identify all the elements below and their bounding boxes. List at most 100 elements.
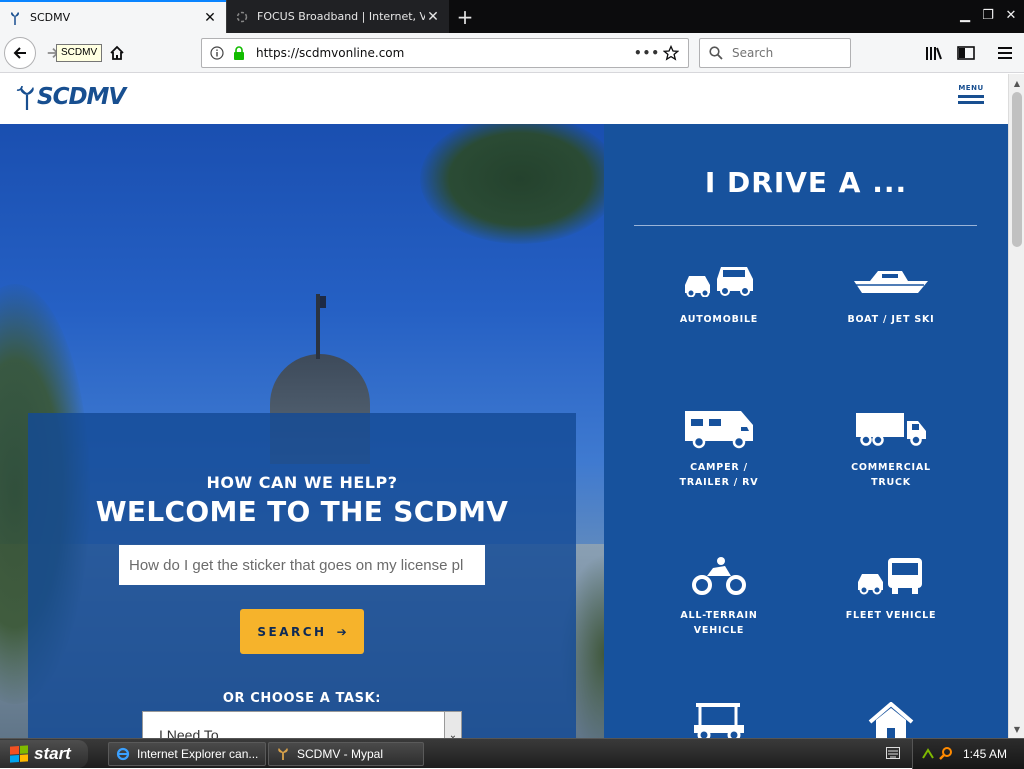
- vehicle-all-terrain[interactable]: ALL-TERRAIN VEHICLE: [634, 550, 804, 638]
- tree-foliage-image: [420, 124, 604, 244]
- tab-strip: SCDMV ✕ FOCUS Broadband | Internet, Vide…: [0, 0, 1024, 33]
- menu-bar-icon: [958, 95, 984, 98]
- help-search-input[interactable]: How do I get the sticker that goes on my…: [119, 545, 485, 585]
- logo-wordmark: SCDMV: [37, 84, 126, 110]
- help-kicker: HOW CAN WE HELP?: [206, 473, 398, 492]
- restore-icon[interactable]: ❐: [977, 4, 999, 26]
- vehicle-label-line: VEHICLE: [693, 625, 745, 636]
- secure-lock-icon[interactable]: [230, 44, 248, 62]
- search-button-label: SEARCH: [257, 624, 327, 639]
- start-button[interactable]: start: [0, 740, 88, 768]
- camper-icon: [634, 402, 804, 454]
- bookmark-star-icon[interactable]: [660, 45, 682, 61]
- task-select[interactable]: I Need To ... ⌄: [142, 711, 462, 738]
- flag-image: [320, 296, 326, 308]
- menu-bar-icon: [958, 101, 984, 104]
- house-icon: [806, 696, 976, 738]
- search-placeholder: Search: [732, 46, 774, 60]
- close-tab-icon[interactable]: ✕: [202, 10, 218, 26]
- vehicle-label-line: TRAILER / RV: [679, 477, 759, 488]
- truck-icon: [806, 402, 976, 454]
- start-label: start: [34, 744, 71, 763]
- new-tab-button[interactable]: +: [453, 5, 477, 29]
- vehicle-label: BOAT / JET SKI: [847, 314, 935, 325]
- scrollbar-thumb[interactable]: [1012, 92, 1022, 247]
- scroll-up-icon[interactable]: ▲: [1011, 76, 1023, 90]
- page-viewport: SCDMV MENU HOW CAN WE HELP? WELCOME TO T…: [0, 74, 1008, 738]
- windows-logo-icon: [10, 745, 28, 763]
- welcome-headline: WELCOME TO THE SCDMV: [95, 495, 509, 528]
- back-button[interactable]: [4, 37, 36, 69]
- home-icon: [110, 45, 124, 60]
- vehicle-boat-jet-ski[interactable]: BOAT / JET SKI: [806, 254, 976, 327]
- scroll-down-icon[interactable]: ▼: [1011, 722, 1023, 736]
- page-actions-icon[interactable]: •••: [634, 46, 659, 60]
- keyboard-icon[interactable]: [886, 747, 900, 759]
- taskbar-item-label: SCDMV - Mypal: [297, 747, 384, 761]
- arrow-left-icon: [13, 47, 26, 59]
- address-bar[interactable]: https://scdmvonline.com •••: [201, 38, 689, 68]
- fleet-icon: [806, 550, 976, 602]
- system-tray: 1:45 AM: [912, 739, 1024, 769]
- vehicle-label-line: CAMPER /: [690, 462, 748, 473]
- vehicle-label: CAMPER / TRAILER / RV: [634, 460, 804, 490]
- hamburger-menu-icon[interactable]: [994, 42, 1016, 64]
- vehicle-home[interactable]: [806, 696, 976, 738]
- search-tray-icon[interactable]: [939, 746, 953, 763]
- golf-cart-icon: [634, 696, 804, 738]
- home-button[interactable]: [106, 42, 128, 64]
- cars-icon: [634, 254, 804, 306]
- close-window-icon[interactable]: ✕: [1000, 4, 1022, 26]
- sidebar-toggle-icon[interactable]: [955, 42, 977, 64]
- vehicle-label-line: TRUCK: [871, 477, 911, 488]
- scdmv-logo[interactable]: SCDMV: [15, 84, 126, 110]
- search-icon: [708, 45, 724, 61]
- vehicle-label-line: COMMERCIAL: [851, 462, 931, 473]
- info-icon[interactable]: [208, 44, 226, 62]
- chevron-down-icon[interactable]: ⌄: [444, 712, 461, 738]
- mypal-icon: [275, 746, 291, 762]
- boat-icon: [806, 254, 976, 306]
- tab-title: SCDMV: [30, 11, 71, 24]
- vehicle-commercial-truck[interactable]: COMMERCIAL TRUCK: [806, 402, 976, 490]
- palmetto-favicon-icon: [8, 11, 22, 25]
- vehicle-label: FLEET VEHICLE: [845, 610, 937, 621]
- browser-search-field[interactable]: Search: [699, 38, 851, 68]
- taskbar-item-mypal[interactable]: SCDMV - Mypal: [268, 742, 424, 766]
- clock[interactable]: 1:45 AM: [963, 747, 1007, 761]
- help-search-button[interactable]: SEARCH ➔: [240, 609, 364, 654]
- tab-tooltip: SCDMV: [56, 44, 103, 62]
- close-tab-icon[interactable]: ✕: [425, 9, 441, 25]
- url-text: https://scdmvonline.com: [256, 46, 405, 60]
- i-drive-panel: I DRIVE A ... AUTOMOBILE BOAT / JET SKI …: [604, 124, 1008, 738]
- tab-title: FOCUS Broadband | Internet, Vide: [257, 10, 425, 23]
- site-menu-button[interactable]: MENU: [958, 84, 984, 104]
- hero-section: HOW CAN WE HELP? WELCOME TO THE SCDMV Ho…: [0, 124, 604, 738]
- loading-favicon-icon: [235, 10, 249, 24]
- vehicle-label: AUTOMOBILE: [679, 314, 759, 325]
- tab-focus-broadband[interactable]: FOCUS Broadband | Internet, Vide ✕: [226, 0, 449, 33]
- taskbar-item-label: Internet Explorer can...: [137, 747, 259, 761]
- site-header: SCDMV MENU: [0, 74, 1008, 124]
- vehicle-label: ALL-TERRAIN VEHICLE: [634, 608, 804, 638]
- tab-scdmv[interactable]: SCDMV ✕: [0, 0, 226, 33]
- library-icon[interactable]: [923, 42, 945, 64]
- taskbar-item-internet-explorer[interactable]: Internet Explorer can...: [108, 742, 266, 766]
- minimize-icon[interactable]: ▁: [954, 4, 976, 26]
- ie-icon: [115, 746, 131, 762]
- atv-icon: [634, 550, 804, 602]
- windows-taskbar: start Internet Explorer can... SCDMV - M…: [0, 738, 1024, 769]
- choose-task-label: OR CHOOSE A TASK:: [222, 691, 382, 706]
- menu-label: MENU: [958, 84, 984, 92]
- help-search-box: HOW CAN WE HELP? WELCOME TO THE SCDMV Ho…: [28, 413, 576, 738]
- vehicle-fleet[interactable]: FLEET VEHICLE: [806, 550, 976, 623]
- page-scrollbar[interactable]: ▲ ▼: [1008, 74, 1024, 738]
- vehicle-label: COMMERCIAL TRUCK: [806, 460, 976, 490]
- palmetto-logo-icon: [16, 85, 34, 110]
- vehicle-camper-trailer-rv[interactable]: CAMPER / TRAILER / RV: [634, 402, 804, 490]
- vehicle-automobile[interactable]: AUTOMOBILE: [634, 254, 804, 327]
- vehicle-label-line: ALL-TERRAIN: [680, 610, 758, 621]
- vehicle-golf-cart[interactable]: [634, 696, 804, 738]
- navigation-toolbar: https://scdmvonline.com ••• Search: [0, 33, 1024, 73]
- network-icon[interactable]: [921, 746, 935, 763]
